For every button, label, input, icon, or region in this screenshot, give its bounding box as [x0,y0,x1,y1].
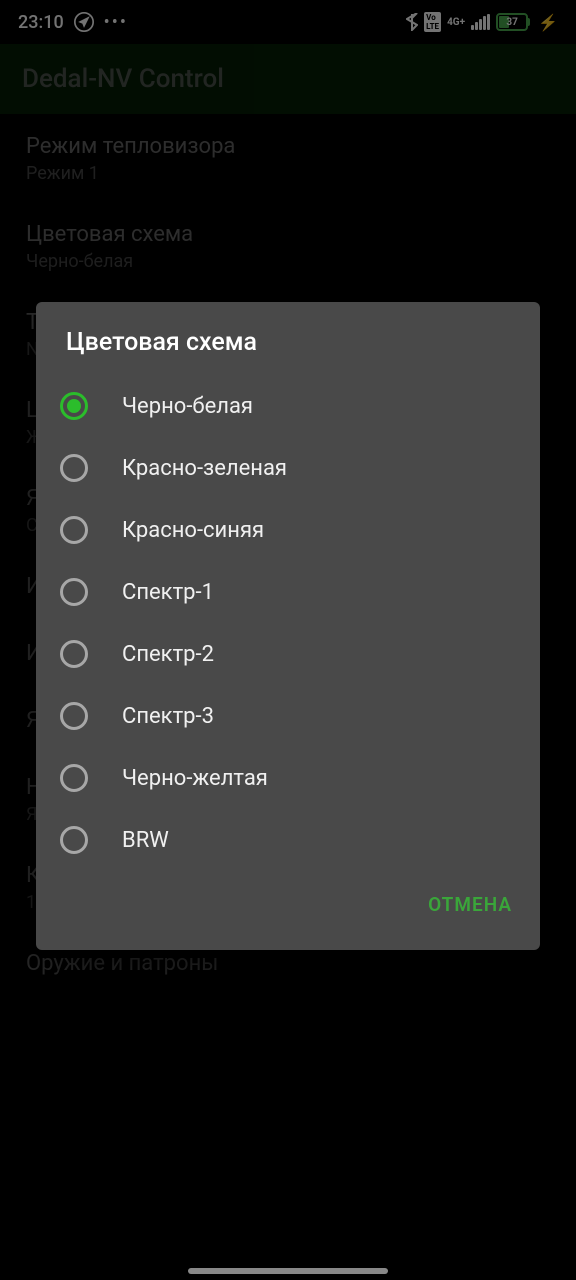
dialog-option[interactable]: Красно-зеленая [36,437,540,499]
option-label: Спектр-2 [122,642,214,667]
option-label: Черно-желтая [122,766,268,791]
option-label: Черно-белая [122,394,253,419]
cancel-button[interactable]: ОТМЕНА [422,885,518,924]
option-label: Спектр-3 [122,704,214,729]
radio-icon [60,454,88,482]
gesture-nav-bar[interactable] [188,1268,388,1274]
dialog-option[interactable]: Черно-желтая [36,747,540,809]
dialog-title: Цветовая схема [36,302,540,369]
radio-icon [60,764,88,792]
radio-icon [60,702,88,730]
option-label: Красно-синяя [122,518,264,543]
dialog-option[interactable]: BRW [36,809,540,871]
option-label: Красно-зеленая [122,456,287,481]
dialog-option-list: Черно-белая Красно-зеленая Красно-синяя Спе… [36,369,540,875]
dialog-option[interactable]: Спектр-3 [36,685,540,747]
dialog-option[interactable]: Спектр-1 [36,561,540,623]
dialog-option[interactable]: Спектр-2 [36,623,540,685]
option-label: BRW [122,828,169,853]
radio-icon [60,826,88,854]
dialog-option[interactable]: Красно-синяя [36,499,540,561]
radio-icon [60,516,88,544]
dialog-option[interactable]: Черно-белая [36,375,540,437]
color-scheme-dialog: Цветовая схема Черно-белая Красно-зеленая… [36,302,540,950]
option-label: Спектр-1 [122,580,214,605]
radio-icon [60,640,88,668]
radio-icon [60,392,88,420]
radio-icon [60,578,88,606]
